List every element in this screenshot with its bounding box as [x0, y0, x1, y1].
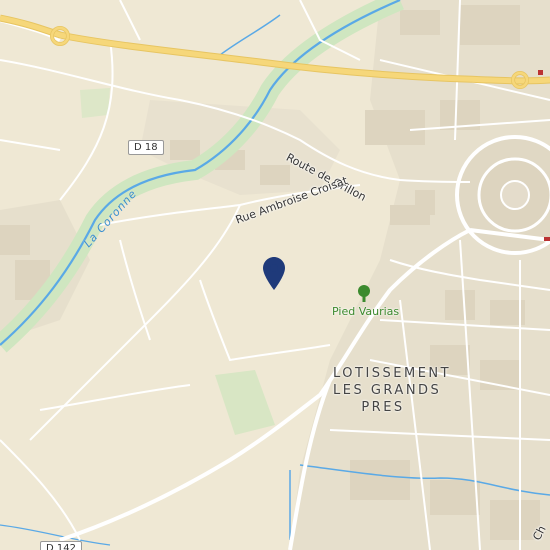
old-town-center	[500, 180, 530, 210]
area-label-line: LES GRANDS	[333, 383, 442, 398]
road-shield-d18: D 18	[128, 140, 164, 155]
edge-marker	[544, 237, 550, 241]
road-shield-d142: D 142	[40, 541, 82, 550]
park-area-small	[80, 88, 110, 118]
area-label-line: LOTISSEMENT	[333, 366, 452, 381]
area-label-lotissement-les-grands-pres: LOTISSEMENT LES GRANDS PRES	[333, 365, 452, 416]
area-label-line: PRES	[361, 400, 405, 415]
map-canvas[interactable]: D 18 D 142 Route de Grillon Rue Ambroise…	[0, 0, 550, 550]
map-base-layer	[0, 0, 550, 550]
edge-marker	[538, 70, 543, 75]
poi-label-pied-vaurias[interactable]: Pied Vaurias	[332, 305, 399, 318]
